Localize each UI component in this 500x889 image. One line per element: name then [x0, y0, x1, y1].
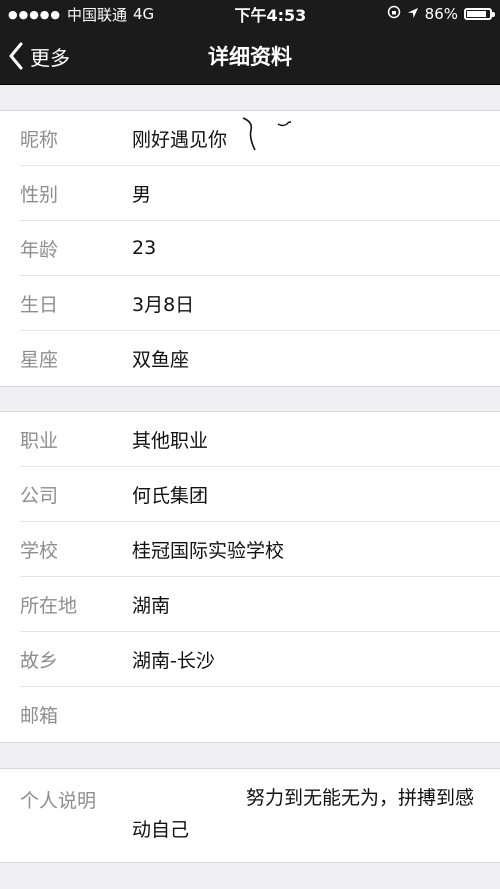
row-email: 邮箱: [20, 687, 500, 742]
nickname-label: 昵称: [20, 128, 59, 151]
location-label: 所在地: [20, 594, 78, 617]
row-age: 年龄 23: [20, 221, 500, 276]
battery-percent: 86%: [424, 5, 458, 23]
battery-icon: [464, 8, 495, 20]
work-info-section: 职业 其他职业 公司 何氏集团 学校 桂冠国际实验学校 所在地 湖南 故乡 湖南…: [0, 411, 500, 743]
basic-info-section: 昵称 刚好遇见你 性别 男 年龄 23 生日 3月8日 星座 双鱼座: [0, 110, 500, 387]
description-value: 努力到无能无为，拼搏到感动自己: [132, 787, 475, 841]
network-type: 4G: [133, 5, 155, 23]
school-label: 学校: [20, 539, 59, 562]
age-value: 23: [132, 237, 157, 259]
row-birthday: 生日 3月8日: [20, 276, 500, 331]
signal-icon: ●●●●●: [8, 7, 61, 21]
birthday-label: 生日: [20, 293, 59, 316]
birthday-value: 3月8日: [132, 293, 195, 316]
company-label: 公司: [20, 484, 59, 507]
navigation-bar: 更多 详细资料: [0, 28, 500, 85]
chevron-left-icon: [8, 42, 24, 70]
status-bar: ●●●●● 中国联通 4G 下午4:53 86%: [0, 0, 500, 28]
row-location: 所在地 湖南: [20, 577, 500, 632]
rotation-lock-icon: [387, 5, 401, 23]
row-company: 公司 何氏集团: [20, 467, 500, 522]
hometown-value: 湖南-长沙: [132, 649, 215, 672]
status-right: 86%: [387, 5, 495, 23]
occupation-value: 其他职业: [132, 429, 209, 452]
nickname-value: 刚好遇见你: [132, 128, 228, 151]
row-description: 个人说明 努力到无能无为，拼搏到感动自己: [20, 769, 500, 862]
back-button[interactable]: 更多: [0, 42, 70, 71]
doodle-decoration: [241, 116, 301, 160]
status-time: 下午4:53: [234, 6, 307, 25]
location-value: 湖南: [132, 594, 171, 617]
company-value: 何氏集团: [132, 484, 209, 507]
row-gender: 性别 男: [20, 166, 500, 221]
gender-label: 性别: [20, 183, 59, 206]
description-label: 个人说明: [20, 790, 97, 812]
row-zodiac: 星座 双鱼座: [20, 331, 500, 386]
page-title: 详细资料: [208, 45, 292, 69]
battery-fill: [467, 11, 486, 17]
row-hometown: 故乡 湖南-长沙: [20, 632, 500, 687]
zodiac-value: 双鱼座: [132, 349, 190, 371]
age-label: 年龄: [20, 238, 59, 261]
gender-value: 男: [132, 183, 152, 206]
description-section: 个人说明 努力到无能无为，拼搏到感动自己: [0, 768, 500, 863]
email-label: 邮箱: [20, 705, 59, 727]
row-occupation: 职业 其他职业: [20, 412, 500, 467]
row-nickname: 昵称 刚好遇见你: [20, 111, 500, 166]
row-school: 学校 桂冠国际实验学校: [20, 522, 500, 577]
location-icon: [407, 5, 419, 23]
hometown-label: 故乡: [20, 649, 59, 672]
status-left: ●●●●● 中国联通 4G: [8, 4, 154, 25]
occupation-label: 职业: [20, 429, 59, 452]
school-value: 桂冠国际实验学校: [132, 539, 285, 562]
back-label: 更多: [30, 45, 70, 70]
zodiac-label: 星座: [20, 349, 59, 371]
carrier-name: 中国联通: [67, 5, 128, 24]
